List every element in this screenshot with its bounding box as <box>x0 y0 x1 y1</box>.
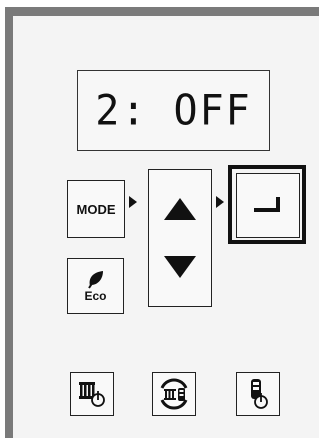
arrows-to-enter-pointer-icon <box>216 196 224 208</box>
up-arrow-icon[interactable] <box>162 196 198 222</box>
mode-to-arrows-pointer-icon <box>129 196 137 208</box>
eco-button[interactable]: Eco <box>67 258 124 314</box>
radiator-battery-cycle-icon <box>160 378 188 410</box>
enter-return-icon <box>254 196 280 212</box>
lcd-display: 2: OFF <box>77 70 270 151</box>
leaf-icon <box>87 271 103 289</box>
battery-power-button[interactable] <box>236 372 280 416</box>
enter-button[interactable] <box>236 173 300 238</box>
display-text: 2: OFF <box>95 86 252 135</box>
battery-power-icon <box>251 379 268 409</box>
down-arrow-icon[interactable] <box>162 254 198 280</box>
enter-button-highlight <box>228 165 306 244</box>
radiator-battery-cycle-button[interactable] <box>152 372 196 416</box>
radiator-power-icon <box>79 382 105 407</box>
mode-button[interactable]: MODE <box>67 180 125 238</box>
radiator-power-button[interactable] <box>70 372 114 416</box>
up-down-control <box>148 169 212 307</box>
eco-label: Eco <box>84 289 107 303</box>
mode-label: MODE <box>76 201 116 217</box>
thermostat-panel: 2: OFF MODE Eco <box>5 7 319 438</box>
